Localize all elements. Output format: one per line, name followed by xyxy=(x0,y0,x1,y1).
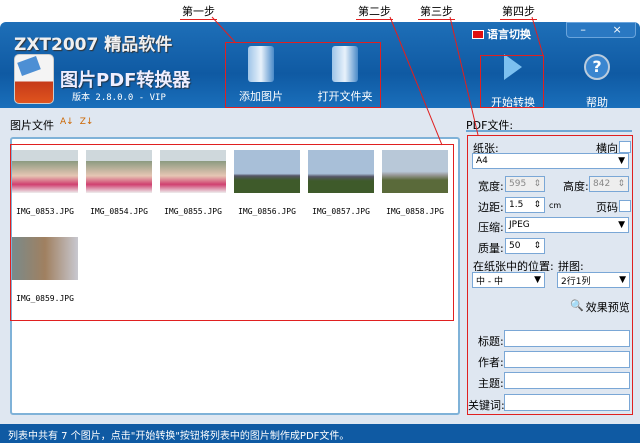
chevron-down-icon: ▼ xyxy=(534,275,541,285)
image-item[interactable]: IMG_0855.JPG xyxy=(156,150,230,216)
app-logo-icon xyxy=(14,54,54,104)
subject-label: 主题: xyxy=(478,377,504,390)
subject-input[interactable] xyxy=(504,372,630,389)
help-label: 帮助 xyxy=(586,96,608,109)
spinner-arrows-icon: ⇕ xyxy=(533,241,541,251)
quality-value: 50 xyxy=(509,241,521,251)
margin-value: 1.5 xyxy=(509,200,524,210)
magnifier-icon: 🔍 xyxy=(570,299,584,312)
compress-value: JPEG xyxy=(509,220,530,230)
china-flag-icon xyxy=(472,29,484,39)
preview-label: 效果预览 xyxy=(585,301,630,314)
minimize-button[interactable]: – xyxy=(580,23,586,37)
title-input[interactable] xyxy=(504,330,630,347)
position-select[interactable]: 中 - 中 ▼ xyxy=(472,272,545,288)
help-button[interactable]: ? 帮助 xyxy=(562,54,632,110)
close-button[interactable]: × xyxy=(612,23,621,37)
height-value: 842 xyxy=(593,179,611,189)
image-item[interactable]: IMG_0854.JPG xyxy=(82,150,156,216)
width-label: 宽度: xyxy=(478,180,504,193)
image-thumbnail xyxy=(234,150,300,193)
width-spinner[interactable]: 595 ⇕ xyxy=(505,176,545,192)
image-filename: IMG_0858.JPG xyxy=(386,207,444,216)
compress-select[interactable]: JPEG ▼ xyxy=(505,217,629,233)
keywords-label: 关键词: xyxy=(468,399,505,412)
height-spinner[interactable]: 842 ⇕ xyxy=(589,176,629,192)
app-title: 图片PDF转换器 xyxy=(60,70,191,91)
main-window: ZXT2007 精品软件 图片PDF转换器 版本 2.8.0.0 - VIP 添… xyxy=(0,22,640,443)
tile-value: 2行1列 xyxy=(561,276,591,287)
image-filename: IMG_0857.JPG xyxy=(312,207,370,216)
chevron-down-icon: ▼ xyxy=(618,220,625,230)
annotation-step3: 第三步 xyxy=(418,5,455,20)
height-label: 高度: xyxy=(563,180,589,193)
image-item[interactable]: IMG_0859.JPG xyxy=(8,237,82,303)
version: 版本 2.8.0.0 - VIP xyxy=(72,93,166,103)
paper-select[interactable]: A4 ▼ xyxy=(472,153,629,169)
author-input[interactable] xyxy=(504,351,630,368)
divider xyxy=(466,130,632,132)
chevron-down-icon: ▼ xyxy=(618,156,625,166)
position-value: 中 - 中 xyxy=(476,276,503,287)
language-switch[interactable]: 语言切换 xyxy=(472,26,531,42)
image-filename: IMG_0853.JPG xyxy=(16,207,74,216)
annotation-step4: 第四步 xyxy=(500,5,537,20)
landscape-checkbox[interactable] xyxy=(619,141,631,153)
help-icon: ? xyxy=(584,54,610,80)
step1-highlight xyxy=(225,42,381,108)
step4-highlight xyxy=(480,55,544,108)
margin-unit: cm xyxy=(549,201,562,210)
tile-select[interactable]: 2行1列 ▼ xyxy=(557,272,630,288)
image-filename: IMG_0854.JPG xyxy=(90,207,148,216)
sort-za-button[interactable]: Z↓ xyxy=(80,117,94,133)
image-filename: IMG_0859.JPG xyxy=(16,294,74,303)
spinner-arrows-icon: ⇕ xyxy=(533,200,541,210)
page-number-label: 页码 xyxy=(596,201,618,214)
quality-spinner[interactable]: 50 ⇕ xyxy=(505,238,545,254)
window-controls: – × xyxy=(566,22,636,38)
image-item[interactable]: IMG_0857.JPG xyxy=(304,150,378,216)
image-item[interactable]: IMG_0856.JPG xyxy=(230,150,304,216)
margin-label: 边距: xyxy=(478,201,504,214)
author-label: 作者: xyxy=(478,356,504,369)
spinner-arrows-icon: ⇕ xyxy=(617,179,625,189)
width-value: 595 xyxy=(509,179,527,189)
image-thumbnail xyxy=(86,150,152,193)
image-thumbnail xyxy=(160,150,226,193)
annotation-step2: 第二步 xyxy=(356,5,393,20)
language-label: 语言切换 xyxy=(487,28,531,41)
title-label: 标题: xyxy=(478,335,504,348)
image-filename: IMG_0856.JPG xyxy=(238,207,296,216)
image-files-header: 图片文件 A↓ Z↓ xyxy=(10,117,93,133)
status-bar: 列表中共有 7 个图片，点击"开始转换"按钮将列表中的图片制作成PDF文件。 xyxy=(0,424,640,443)
chevron-down-icon: ▼ xyxy=(619,275,626,285)
image-thumbnail xyxy=(308,150,374,193)
image-item[interactable]: IMG_0858.JPG xyxy=(378,150,452,216)
image-files-label: 图片文件 xyxy=(10,119,54,132)
preview-button[interactable]: 🔍 效果预览 xyxy=(570,299,630,315)
quality-label: 质量: xyxy=(478,242,504,255)
image-thumbnail xyxy=(382,150,448,193)
brand: ZXT2007 精品软件 xyxy=(14,35,173,55)
image-thumbnail xyxy=(12,237,78,280)
annotation-step1: 第一步 xyxy=(180,5,217,20)
paper-value: A4 xyxy=(476,156,488,166)
compress-label: 压缩: xyxy=(478,221,504,234)
spinner-arrows-icon: ⇕ xyxy=(533,179,541,189)
image-thumbnail xyxy=(12,150,78,193)
margin-spinner[interactable]: 1.5 ⇕ xyxy=(505,197,545,213)
page-number-checkbox[interactable] xyxy=(619,200,631,212)
sort-az-button[interactable]: A↓ xyxy=(60,117,74,133)
image-filename: IMG_0855.JPG xyxy=(164,207,222,216)
image-item[interactable]: IMG_0853.JPG xyxy=(8,150,82,216)
keywords-input[interactable] xyxy=(504,394,630,411)
